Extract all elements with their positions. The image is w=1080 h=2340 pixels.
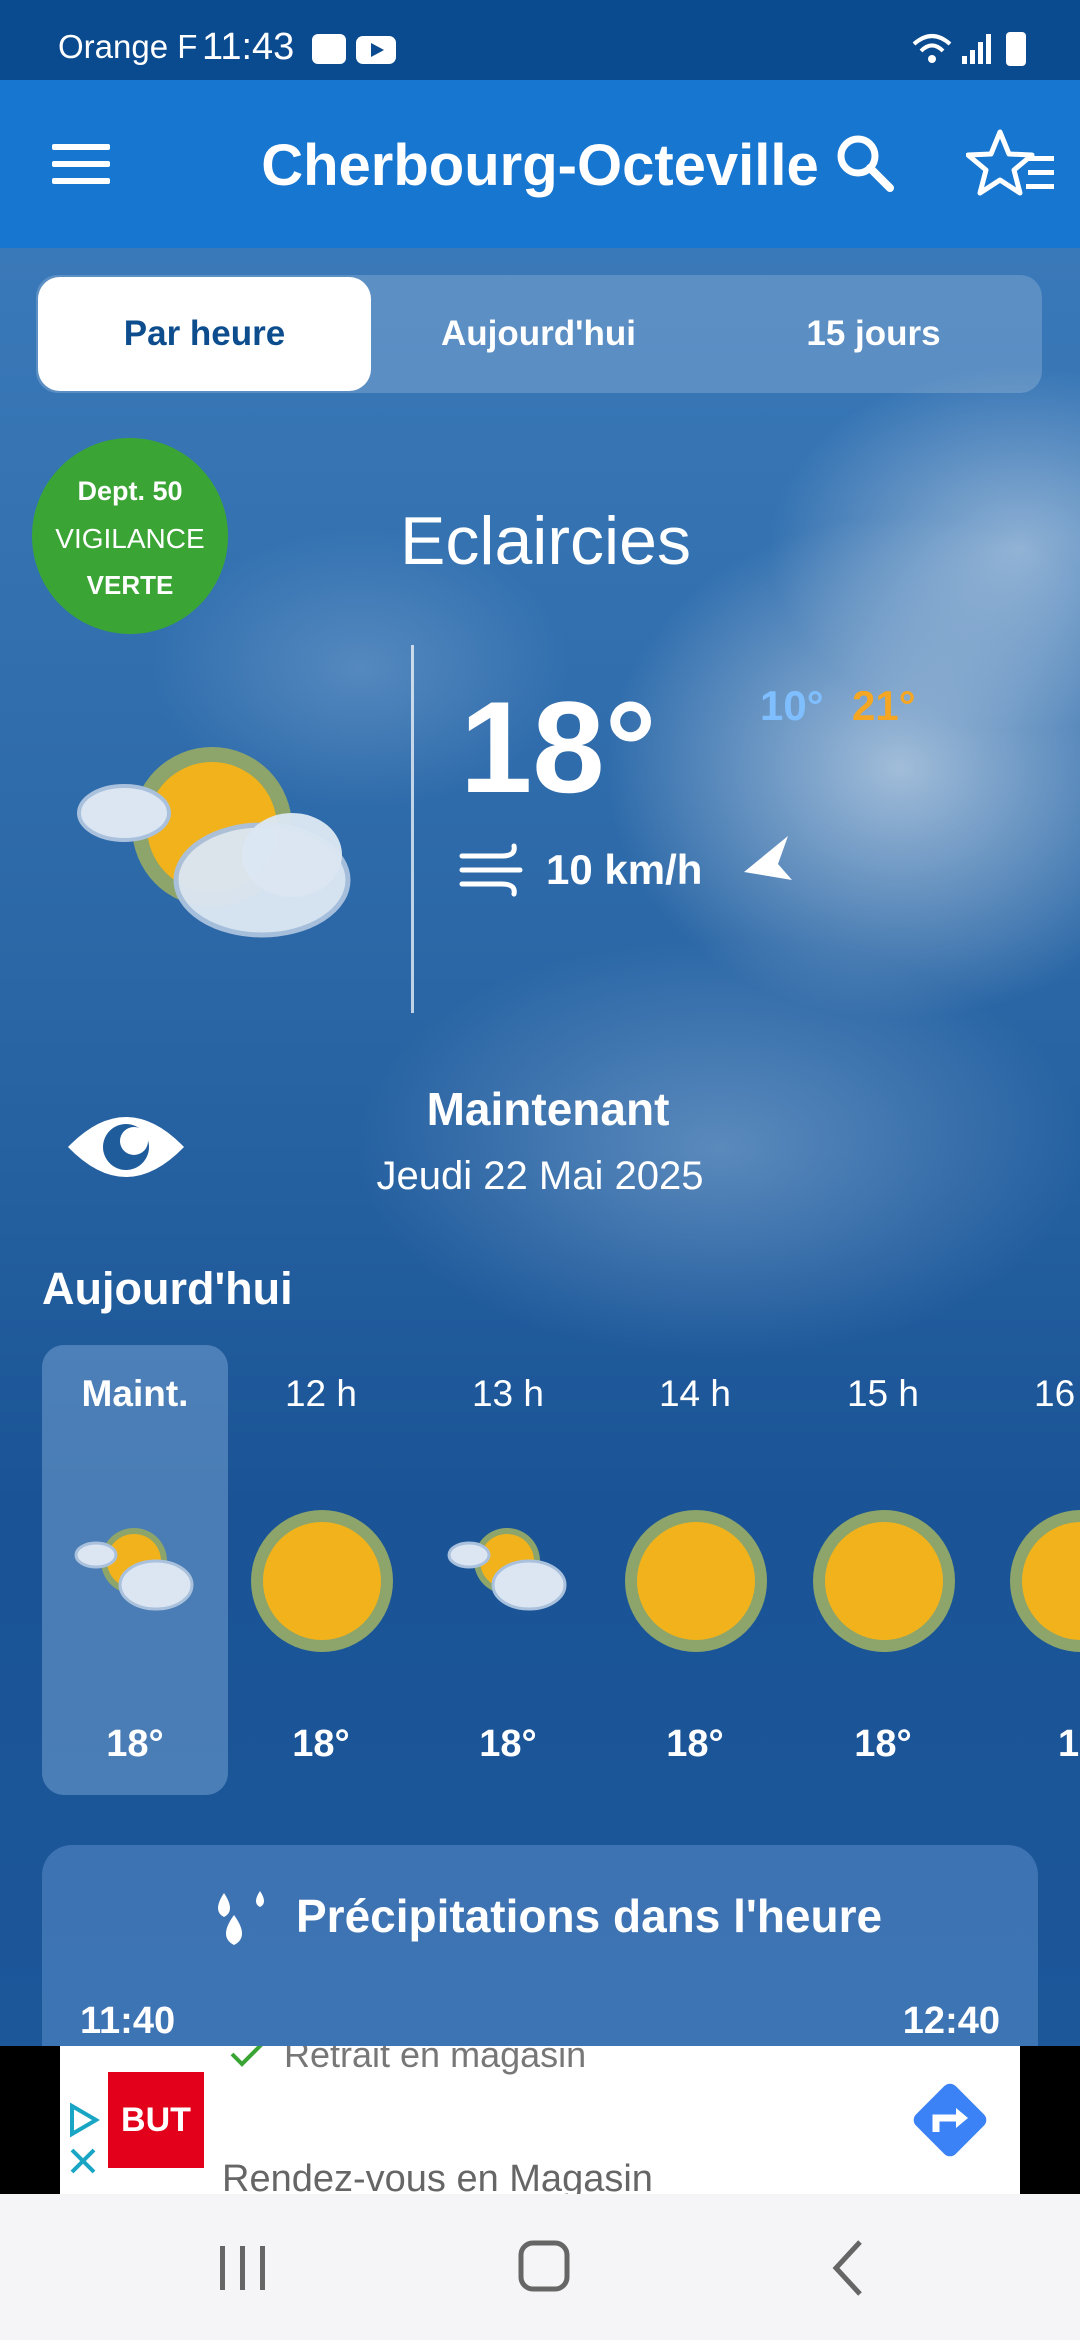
brand-logo[interactable]: BUT bbox=[108, 2072, 204, 2168]
city-title: Cherbourg-Octeville bbox=[261, 133, 819, 198]
home-icon[interactable] bbox=[518, 2240, 570, 2297]
wind-speed: 10 km/h bbox=[546, 846, 703, 893]
signal-icon bbox=[960, 32, 994, 71]
back-icon[interactable] bbox=[828, 2238, 868, 2303]
hour-label: 12 h bbox=[284, 1373, 357, 1414]
directions-icon[interactable] bbox=[906, 2076, 994, 2169]
tab-par-heure[interactable]: Par heure bbox=[38, 277, 371, 391]
hour-label: 15 h bbox=[846, 1373, 919, 1414]
hour-label: Maint. bbox=[81, 1373, 189, 1414]
rain-drops-icon bbox=[208, 1889, 274, 1954]
hour-temp: 18° bbox=[106, 1723, 164, 1765]
view-tabs: Par heure Aujourd'hui 15 jours bbox=[36, 275, 1042, 393]
hour-label: 16 bbox=[1034, 1373, 1076, 1414]
hour-item-16h[interactable]: 16 18 bbox=[976, 1345, 1080, 1795]
hour-temp: 18° bbox=[666, 1723, 724, 1765]
sun-icon bbox=[825, 1522, 943, 1640]
vigilance-level: VERTE bbox=[86, 570, 174, 600]
hour-label: 13 h bbox=[471, 1373, 544, 1414]
partly-cloudy-icon bbox=[62, 735, 362, 950]
wind-direction-icon bbox=[740, 832, 800, 897]
hour-temp: 18° bbox=[479, 1723, 537, 1765]
hour-item-12h[interactable]: 12 h 18° bbox=[228, 1345, 414, 1795]
battery-icon bbox=[1006, 32, 1026, 66]
search-icon[interactable] bbox=[834, 132, 894, 197]
ad-choices-icon[interactable] bbox=[66, 2102, 100, 2185]
hour-item-13h[interactable]: 13 h 18° bbox=[415, 1345, 601, 1795]
ad-line-2: Rendez-vous en Magasin bbox=[222, 2158, 653, 2194]
precipitation-title: Précipitations dans l'heure bbox=[296, 1890, 883, 1942]
brand-logo-text: BUT bbox=[121, 2101, 191, 2139]
precip-start-time: 11:40 bbox=[80, 2000, 176, 2042]
wifi-icon bbox=[912, 30, 952, 71]
favorites-icon[interactable] bbox=[965, 126, 1058, 203]
system-nav-bar bbox=[0, 2194, 1080, 2340]
app-bar: Cherbourg-Octeville bbox=[0, 80, 1080, 248]
max-temperature: 21° bbox=[852, 682, 916, 729]
current-temperature: 18° bbox=[460, 674, 657, 820]
carrier-label: Orange F bbox=[58, 28, 198, 65]
tab-15-jours[interactable]: 15 jours bbox=[706, 275, 1041, 393]
hour-temp: 18° bbox=[854, 1723, 912, 1765]
vigilance-badge[interactable]: Dept. 50 VIGILANCE VERTE bbox=[32, 438, 228, 634]
sun-icon bbox=[637, 1522, 755, 1640]
sun-icon bbox=[263, 1522, 381, 1640]
vigilance-label: VIGILANCE bbox=[55, 523, 205, 554]
status-bar: Orange F 11:43 bbox=[0, 0, 1080, 80]
condition-label: Eclaircies bbox=[400, 503, 691, 579]
hour-temp: 18° bbox=[292, 1723, 350, 1765]
partly-cloudy-icon bbox=[72, 1525, 198, 1626]
hour-item-14h[interactable]: 14 h 18° bbox=[602, 1345, 788, 1795]
clock: 11:43 bbox=[202, 26, 295, 68]
min-temperature: 10° bbox=[760, 682, 824, 729]
current-date: Jeudi 22 Mai 2025 bbox=[376, 1154, 704, 1198]
hour-label: 14 h bbox=[658, 1373, 731, 1414]
hour-item-now[interactable]: Maint. 18° bbox=[42, 1345, 228, 1795]
screen-record-icon bbox=[312, 34, 346, 64]
wind-icon bbox=[458, 842, 528, 903]
youtube-icon bbox=[356, 36, 396, 64]
recent-apps-icon[interactable] bbox=[218, 2244, 268, 2297]
tab-aujourdhui[interactable]: Aujourd'hui bbox=[371, 275, 706, 393]
ad-line-1: Retrait en magasin bbox=[284, 2046, 587, 2075]
hour-temp: 18 bbox=[1058, 1723, 1080, 1765]
ad-banner[interactable]: BUT Retrait en magasin Rendez-vous en Ma… bbox=[0, 2046, 1080, 2194]
hour-item-15h[interactable]: 15 h 18° bbox=[790, 1345, 976, 1795]
check-icon bbox=[228, 2046, 268, 2075]
vertical-divider bbox=[411, 645, 414, 1013]
partly-cloudy-icon bbox=[445, 1525, 571, 1626]
vigilance-dept: Dept. 50 bbox=[77, 476, 183, 506]
now-label: Maintenant bbox=[426, 1083, 670, 1135]
sun-icon bbox=[1022, 1522, 1080, 1640]
precip-end-time: 12:40 bbox=[902, 2000, 1000, 2042]
hourly-section-title: Aujourd'hui bbox=[42, 1263, 293, 1314]
